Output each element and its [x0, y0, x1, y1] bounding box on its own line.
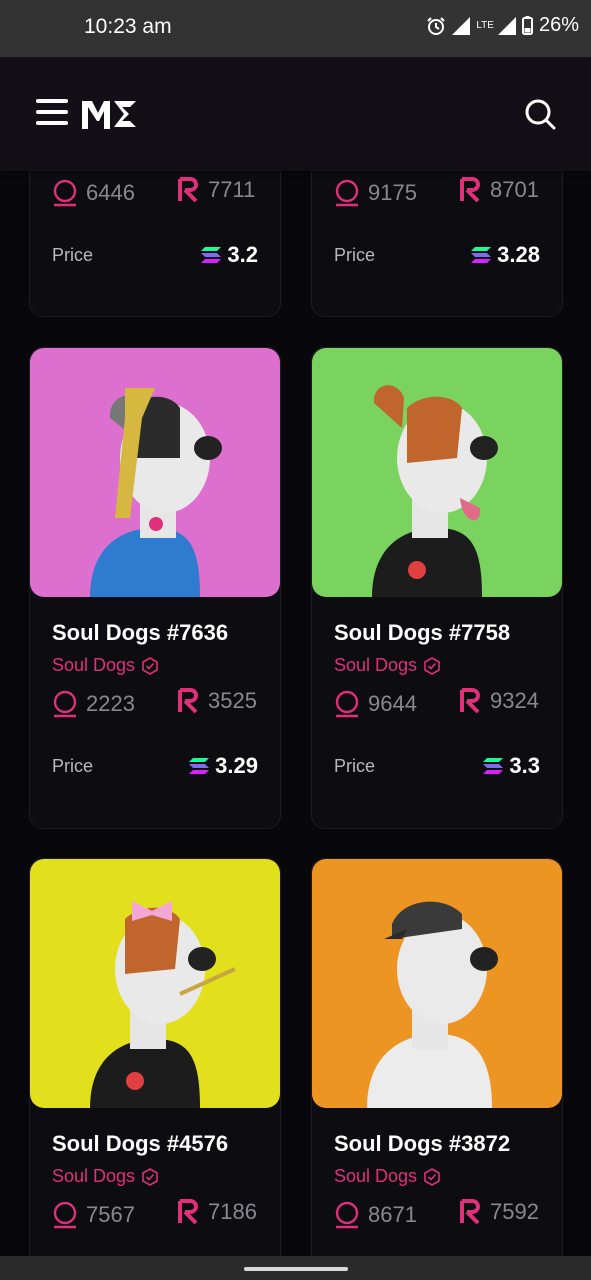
battery-icon — [521, 16, 533, 35]
collection-link[interactable]: Soul Dogs — [52, 1166, 159, 1187]
price-value: 3.3 — [483, 753, 540, 779]
owner-icon — [335, 690, 359, 718]
verified-badge-icon — [142, 1167, 158, 1186]
rarity-rank-icon — [460, 688, 480, 714]
price-value: 3.29 — [189, 753, 258, 779]
owner-icon — [335, 179, 359, 207]
owners-stat: 9175 — [334, 179, 417, 207]
nft-title: Soul Dogs #4576 — [52, 1131, 229, 1156]
nft-title: Soul Dogs #7636 — [52, 620, 229, 645]
rank-stat: 7186 — [178, 1199, 257, 1225]
rarity-rank-icon — [178, 1199, 198, 1225]
rank-stat: 7592 — [460, 1199, 539, 1225]
hamburger-menu-icon[interactable] — [36, 99, 68, 129]
rarity-rank-icon — [178, 688, 198, 714]
rank-stat: 3525 — [178, 688, 257, 714]
collection-link[interactable]: Soul Dogs — [334, 655, 441, 676]
owners-stat: 7567 — [52, 1201, 135, 1229]
owners-stat: 8671 — [334, 1201, 417, 1229]
collection-link[interactable]: Soul Dogs — [52, 655, 159, 676]
solana-icon — [483, 758, 504, 774]
nft-card[interactable]: Soul Dogs #7758 Soul Dogs 9644 9324 Pric… — [311, 347, 563, 829]
alarm-icon — [427, 16, 446, 35]
owners-stat: 2223 — [52, 690, 135, 718]
owner-icon — [335, 1201, 359, 1229]
rank-stat: 7711 — [178, 177, 255, 203]
verified-badge-icon — [142, 656, 158, 675]
owner-icon — [53, 179, 77, 207]
owner-icon — [53, 690, 77, 718]
nft-image[interactable] — [30, 859, 280, 1108]
nft-title: Soul Dogs #3872 — [334, 1131, 511, 1156]
nft-title: Soul Dogs #7758 — [334, 620, 511, 645]
rarity-rank-icon — [460, 1199, 480, 1225]
price-label: Price — [52, 756, 94, 776]
network-type: LTE — [476, 19, 494, 31]
nft-card[interactable]: Soul Dogs #4576 Soul Dogs 7567 7186 — [29, 858, 281, 1280]
system-navigation-bar — [0, 1256, 591, 1280]
solana-icon — [189, 758, 210, 774]
solana-icon — [471, 247, 492, 263]
solana-icon — [201, 247, 222, 263]
rarity-rank-icon — [460, 177, 480, 203]
nft-image[interactable] — [30, 348, 280, 597]
price-label: Price — [334, 756, 376, 776]
status-bar: 10:23 am LTE 26% — [0, 0, 591, 57]
nft-card[interactable]: Soul Dogs #7636 Soul Dogs 2223 3525 Pric… — [29, 347, 281, 829]
verified-badge-icon — [424, 1167, 440, 1186]
status-time: 10:23 am — [84, 15, 172, 38]
signal-icon — [452, 16, 471, 35]
owner-icon — [53, 1201, 77, 1229]
nft-image[interactable] — [312, 348, 562, 597]
rarity-rank-icon — [178, 177, 198, 203]
owners-stat: 9644 — [334, 690, 417, 718]
search-icon[interactable] — [524, 98, 556, 130]
verified-badge-icon — [424, 656, 440, 675]
collection-link[interactable]: Soul Dogs — [334, 1166, 441, 1187]
price-label: Price — [334, 245, 376, 265]
rank-stat: 9324 — [460, 688, 539, 714]
nft-card[interactable]: Soul Dogs #3872 Soul Dogs 8671 7592 — [311, 858, 563, 1280]
status-icons: LTE 26% — [426, 14, 579, 37]
price-label: Price — [52, 245, 94, 265]
price-value: 3.2 — [201, 242, 258, 268]
nft-image[interactable] — [312, 859, 562, 1108]
app-header — [0, 57, 591, 171]
magic-eden-logo[interactable] — [80, 97, 138, 131]
owners-stat: 6446 — [52, 179, 135, 207]
battery-level: 26% — [538, 14, 579, 36]
home-gesture-handle[interactable] — [244, 1267, 348, 1271]
signal-icon-2 — [497, 16, 516, 35]
rank-stat: 8701 — [460, 177, 539, 203]
price-value: 3.28 — [471, 242, 540, 268]
